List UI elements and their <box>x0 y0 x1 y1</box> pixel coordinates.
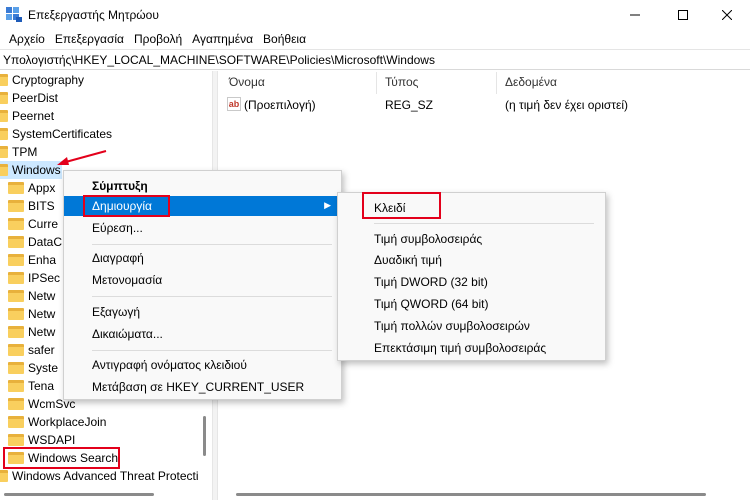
column-divider[interactable] <box>376 72 377 94</box>
menu-view[interactable]: Προβολή <box>129 29 187 49</box>
submenu-binary-value[interactable]: Δυαδική τιμή <box>338 250 605 270</box>
folder-icon <box>0 164 8 176</box>
submenu-key[interactable]: Κλειδί <box>338 198 605 218</box>
maximize-button[interactable] <box>660 0 706 29</box>
context-menu: Σύμπτυξη Δημιουργία ▶ Εύρεση... Διαγραφή … <box>63 170 342 400</box>
submenu-expandable-string-value[interactable]: Επεκτάσιμη τιμή συμβολοσειράς <box>338 338 605 358</box>
menu-separator <box>92 244 332 245</box>
submenu-arrow-icon: ▶ <box>324 200 331 210</box>
tree-item[interactable]: Peernet <box>0 107 200 125</box>
menu-delete[interactable]: Διαγραφή <box>64 248 341 268</box>
folder-icon <box>0 92 8 104</box>
menu-bar: Αρχείο Επεξεργασία Προβολή Αγαπημένα Βοή… <box>0 29 750 49</box>
tree-item[interactable]: Cryptography <box>0 71 200 89</box>
folder-icon <box>0 470 8 482</box>
folder-icon <box>8 362 24 374</box>
folder-icon <box>0 110 8 122</box>
tree-item-windows-search[interactable]: Windows Search <box>0 449 200 467</box>
menu-file[interactable]: Αρχείο <box>4 29 50 49</box>
folder-icon <box>8 326 24 338</box>
menu-help[interactable]: Βοήθεια <box>258 29 311 49</box>
scrollbar-thumb[interactable] <box>4 493 154 496</box>
tree-item[interactable]: Windows Advanced Threat Protecti <box>0 467 212 485</box>
menu-separator <box>374 223 594 224</box>
folder-icon <box>8 308 24 320</box>
tree-item[interactable]: WorkplaceJoin <box>0 413 200 431</box>
tree-item[interactable]: WSDAPI <box>0 431 200 449</box>
address-bar[interactable]: Υπολογιστής\HKEY_LOCAL_MACHINE\SOFTWARE\… <box>0 49 750 70</box>
folder-icon <box>8 272 24 284</box>
tree-item[interactable]: SystemCertificates <box>0 125 200 143</box>
folder-icon <box>8 200 24 212</box>
submenu-dword-value[interactable]: Τιμή DWORD (32 bit) <box>338 272 605 292</box>
menu-copy-key-name[interactable]: Αντιγραφή ονόματος κλειδιού <box>64 355 341 375</box>
maximize-icon <box>678 9 688 20</box>
address-path: Υπολογιστής\HKEY_LOCAL_MACHINE\SOFTWARE\… <box>3 53 435 67</box>
window-title: Επεξεργαστής Μητρώου <box>28 8 159 22</box>
minimize-button[interactable] <box>612 0 658 29</box>
folder-icon <box>8 290 24 302</box>
close-icon <box>722 9 732 20</box>
column-divider[interactable] <box>496 72 497 94</box>
submenu-qword-value[interactable]: Τιμή QWORD (64 bit) <box>338 294 605 314</box>
new-submenu: Κλειδί Τιμή συμβολοσειράς Δυαδική τιμή Τ… <box>337 192 606 361</box>
folder-icon <box>8 434 24 446</box>
folder-icon <box>8 416 24 428</box>
tree-item-windows-selected[interactable]: Windows <box>0 161 62 179</box>
submenu-multi-string-value[interactable]: Τιμή πολλών συμβολοσειρών <box>338 316 605 336</box>
menu-goto-hkcu[interactable]: Μετάβαση σε HKEY_CURRENT_USER <box>64 377 341 397</box>
menu-favorites[interactable]: Αγαπημένα <box>187 29 258 49</box>
menu-rename[interactable]: Μετονομασία <box>64 270 341 290</box>
column-type[interactable]: Τύπος <box>385 75 418 89</box>
menu-export[interactable]: Εξαγωγή <box>64 302 341 322</box>
menu-new[interactable]: Δημιουργία ▶ <box>64 196 341 216</box>
tree-item[interactable]: PeerDist <box>0 89 200 107</box>
minimize-icon <box>630 14 640 15</box>
tree-item[interactable]: TPM <box>0 143 200 161</box>
menu-permissions[interactable]: Δικαιώματα... <box>64 324 341 344</box>
menu-separator <box>92 296 332 297</box>
folder-icon <box>8 254 24 266</box>
value-type: REG_SZ <box>385 98 434 112</box>
values-horizontal-scrollbar[interactable] <box>219 489 750 500</box>
column-name[interactable]: Όνομα <box>229 75 265 89</box>
submenu-string-value[interactable]: Τιμή συμβολοσειράς <box>338 229 605 249</box>
value-name[interactable]: (Προεπιλογή) <box>244 98 316 112</box>
folder-icon <box>0 128 8 140</box>
string-value-icon: ab <box>227 97 241 111</box>
menu-separator <box>92 350 332 351</box>
tree-horizontal-scrollbar[interactable] <box>0 489 212 500</box>
registry-editor-icon <box>6 7 22 22</box>
folder-icon <box>0 74 8 86</box>
folder-icon <box>8 452 24 464</box>
value-data: (η τιμή δεν έχει οριστεί) <box>505 98 629 112</box>
column-data[interactable]: Δεδομένα <box>505 75 557 89</box>
menu-collapse[interactable]: Σύμπτυξη <box>64 176 341 196</box>
menu-find[interactable]: Εύρεση... <box>64 218 341 238</box>
title-bar: Επεξεργαστής Μητρώου <box>0 0 750 29</box>
scrollbar-thumb[interactable] <box>236 493 706 496</box>
folder-icon <box>0 146 8 158</box>
folder-icon <box>8 344 24 356</box>
folder-icon <box>8 236 24 248</box>
menu-edit[interactable]: Επεξεργασία <box>50 29 129 49</box>
folder-icon <box>8 182 24 194</box>
folder-icon <box>8 398 24 410</box>
folder-icon <box>8 380 24 392</box>
folder-icon <box>8 218 24 230</box>
scrollbar-thumb[interactable] <box>203 416 206 456</box>
close-button[interactable] <box>704 0 750 29</box>
